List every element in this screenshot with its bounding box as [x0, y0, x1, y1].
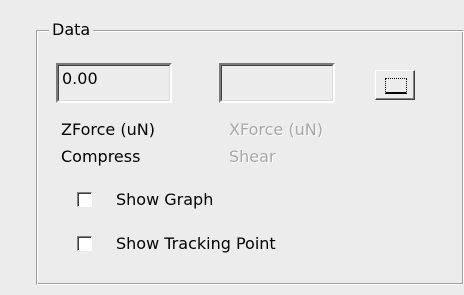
show-tracking-checkbox[interactable] — [77, 236, 92, 251]
show-graph-label[interactable]: Show Graph — [116, 190, 213, 210]
show-tracking-label[interactable]: Show Tracking Point — [116, 234, 276, 254]
xforce-value-field[interactable] — [219, 63, 335, 103]
zforce-label: ZForce (uN) — [61, 120, 155, 139]
zforce-value-field[interactable]: 0.00 — [56, 63, 172, 103]
browse-button[interactable] — [375, 70, 415, 100]
xforce-field-inner-border — [221, 65, 333, 101]
xforce-sublabel: Shear — [229, 147, 276, 166]
ellipsis-icon — [385, 78, 407, 94]
show-graph-checkbox[interactable] — [77, 192, 92, 207]
group-title: Data — [49, 21, 94, 39]
zforce-sublabel: Compress — [61, 147, 141, 166]
data-panel: Data 0.00 ZForce (uN) Compress XForce (u… — [0, 0, 464, 295]
zforce-field-inner-border — [58, 65, 170, 101]
xforce-label: XForce (uN) — [229, 120, 323, 139]
